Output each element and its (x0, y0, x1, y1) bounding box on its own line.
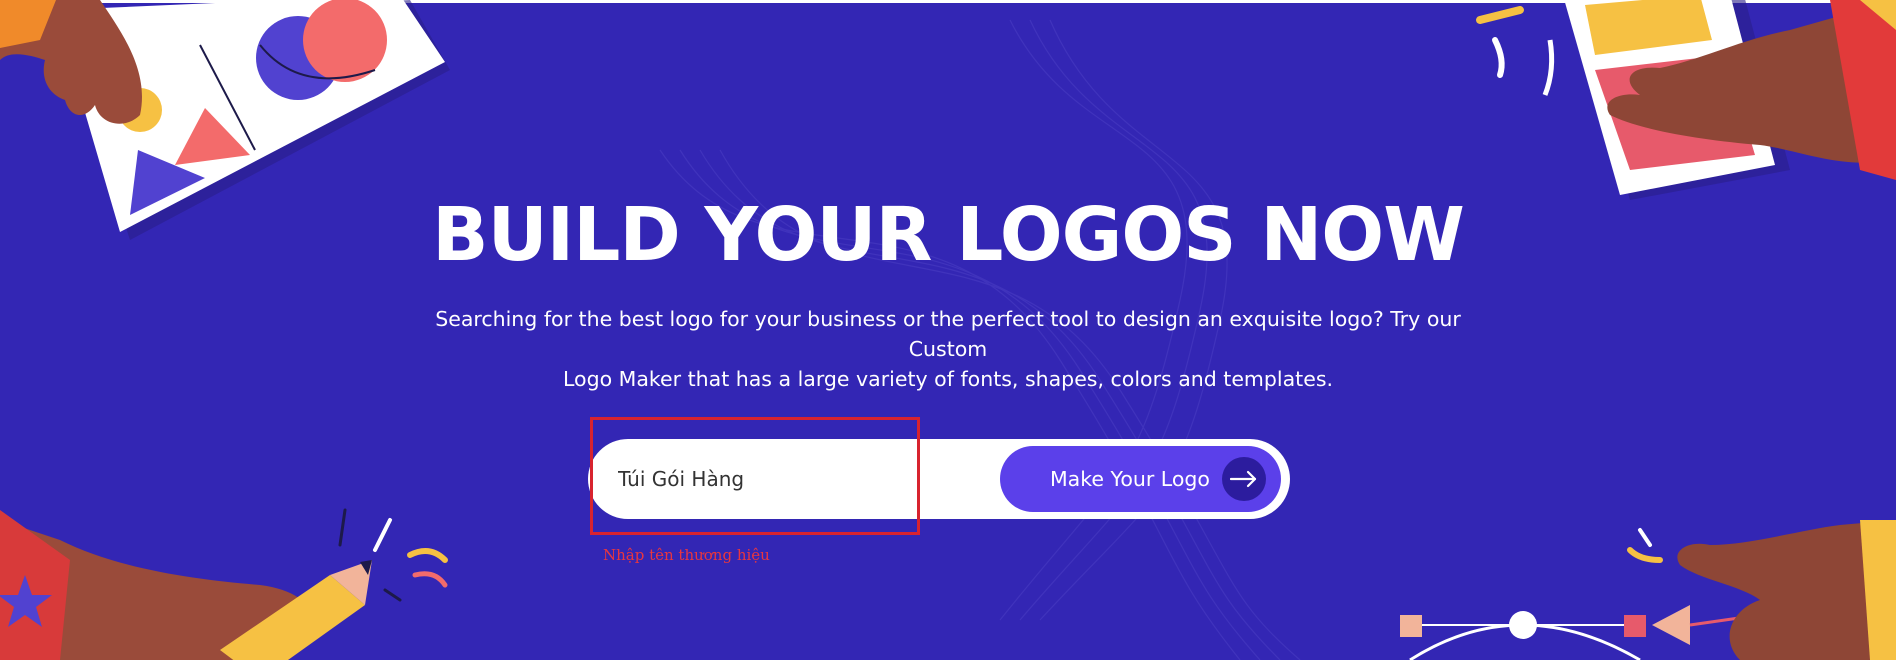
make-logo-button[interactable]: Make Your Logo (1000, 446, 1281, 512)
hero-section: BUILD YOUR LOGOS NOW Searching for the b… (0, 0, 1896, 660)
arrow-right-icon (1222, 457, 1266, 501)
subtitle-line-1: Searching for the best logo for your bus… (435, 307, 1461, 361)
make-logo-label: Make Your Logo (1050, 467, 1210, 491)
page-headline: BUILD YOUR LOGOS NOW (432, 192, 1465, 278)
hand-pencil-illustration (0, 508, 448, 660)
bezier-tool-illustration (1400, 605, 1761, 660)
brand-name-input[interactable] (618, 457, 998, 501)
brand-name-hint: Nhập tên thương hiệu (603, 546, 770, 564)
logo-search-bar: Make Your Logo (588, 439, 1290, 519)
hero-subtitle: Searching for the best logo for your bus… (398, 304, 1498, 394)
hand-right-bottom-illustration (1627, 520, 1896, 660)
subtitle-line-2: Logo Maker that has a large variety of f… (562, 367, 1334, 391)
